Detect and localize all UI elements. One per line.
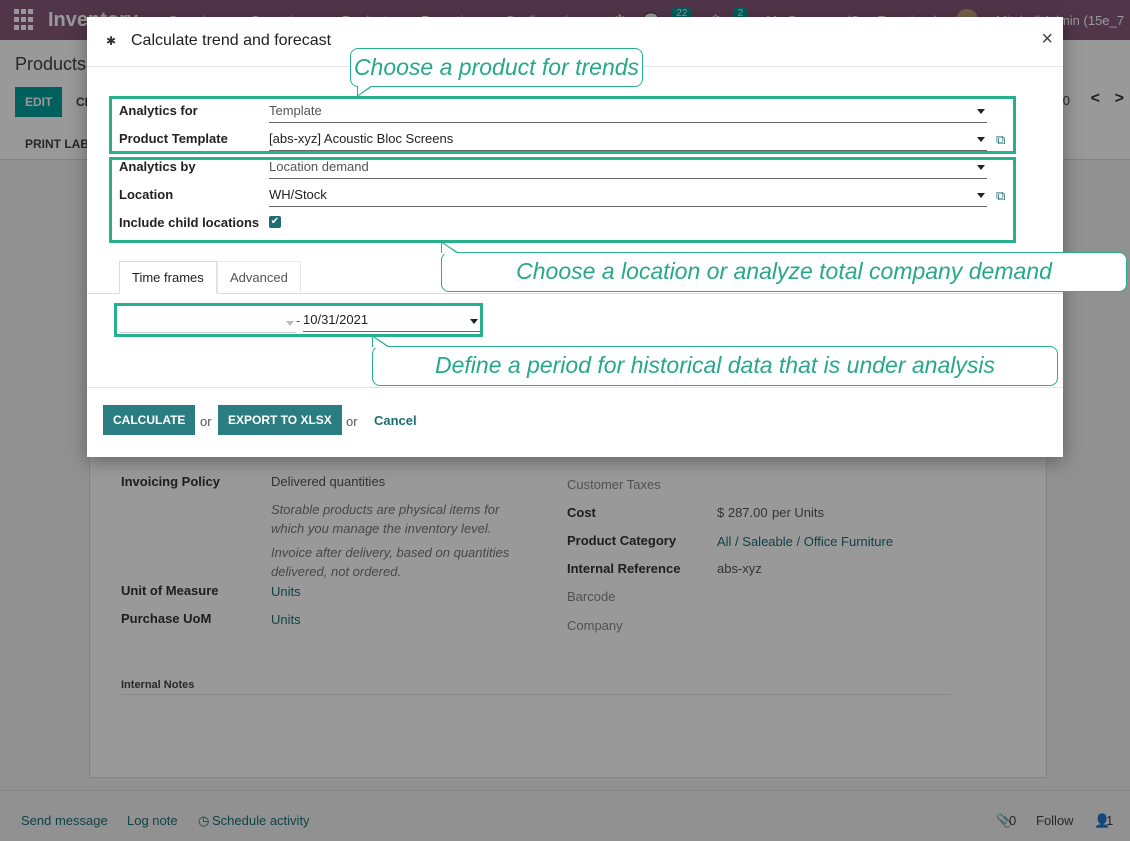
tab-time-frames[interactable]: Time frames — [119, 261, 217, 294]
callout-period: Define a period for historical data that… — [372, 335, 1058, 386]
callout-product: Choose a product for trends — [350, 48, 643, 97]
modal-title: Calculate trend and forecast — [131, 32, 332, 49]
highlight-location-fields — [109, 157, 1016, 243]
callout-location: Choose a location or analyze total compa… — [441, 241, 1127, 292]
cancel-button[interactable]: Cancel — [374, 413, 417, 428]
bug-icon: ✱ — [105, 34, 117, 48]
tab-advanced[interactable]: Advanced — [217, 261, 301, 294]
calculate-button[interactable]: CALCULATE — [103, 405, 196, 435]
modal-footer: CALCULATE or EXPORT TO XLSX or Cancel — [87, 387, 1063, 457]
or-text: or — [346, 414, 358, 429]
highlight-product-fields — [109, 96, 1016, 154]
or-text: or — [200, 414, 212, 429]
highlight-date-range — [114, 303, 483, 337]
export-xlsx-button[interactable]: EXPORT TO XLSX — [218, 405, 342, 435]
close-icon[interactable]: × — [1041, 28, 1053, 51]
